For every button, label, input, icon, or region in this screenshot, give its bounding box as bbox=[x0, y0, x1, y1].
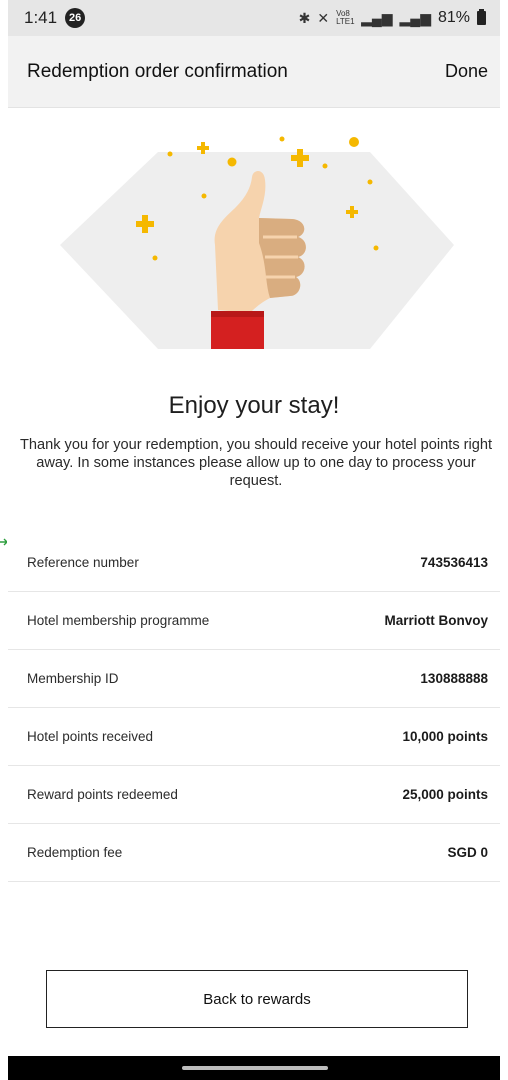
detail-label: Hotel points received bbox=[27, 729, 154, 744]
detail-value: 10,000 points bbox=[402, 729, 488, 744]
status-right: ✱ ✕ Vo8 LTE1 ▂▄▆ ▂▄▆ 81% bbox=[299, 9, 486, 27]
page-title: Redemption order confirmation bbox=[27, 60, 288, 82]
bluetooth-icon: ✱ bbox=[298, 9, 311, 26]
thumbs-up-illustration bbox=[60, 136, 454, 349]
detail-value: 130888888 bbox=[420, 671, 488, 686]
detail-row-membership-id: Membership ID 130888888 bbox=[8, 650, 500, 708]
detail-value: Marriott Bonvoy bbox=[384, 613, 488, 628]
status-time: 1:41 bbox=[24, 8, 58, 27]
signal-icon: ▂▄▆ bbox=[361, 9, 393, 26]
status-left: 1:41 26 bbox=[24, 8, 86, 28]
redemption-details: Reference number 743536413 Hotel members… bbox=[8, 534, 500, 882]
detail-label: Reward points redeemed bbox=[27, 787, 178, 802]
back-to-rewards-button[interactable]: Back to rewards bbox=[46, 970, 468, 1028]
network-label: Vo8 LTE1 bbox=[336, 9, 355, 26]
detail-row-reference-number: Reference number 743536413 bbox=[8, 534, 500, 592]
system-navigation-bar bbox=[8, 1056, 500, 1080]
confirmation-message: Thank you for your redemption, you shoul… bbox=[19, 437, 493, 489]
detail-label: Redemption fee bbox=[27, 845, 123, 860]
detail-label: Membership ID bbox=[27, 671, 119, 686]
confirmation-heading: Enjoy your stay! bbox=[168, 392, 340, 419]
notification-count-badge: 26 bbox=[65, 8, 86, 28]
battery-icon bbox=[477, 9, 486, 25]
detail-row-hotel-membership-programme: Hotel membership programme Marriott Bonv… bbox=[8, 592, 500, 650]
mute-icon: ✕ bbox=[317, 9, 330, 26]
app-bar: Redemption order confirmation Done bbox=[8, 36, 500, 108]
home-gesture-handle[interactable] bbox=[182, 1066, 328, 1070]
detail-value: SGD 0 bbox=[447, 845, 488, 860]
battery-percent: 81% bbox=[437, 9, 470, 26]
detail-row-hotel-points-received: Hotel points received 10,000 points bbox=[8, 708, 500, 766]
detail-value: 743536413 bbox=[420, 555, 488, 570]
signal-icon-secondary: ▂▄▆ bbox=[399, 9, 431, 26]
status-bar: 1:41 26 ✱ ✕ Vo8 LTE1 ▂▄▆ ▂▄▆ 81% bbox=[8, 0, 500, 36]
detail-label: Hotel membership programme bbox=[27, 613, 210, 628]
detail-row-reward-points-redeemed: Reward points redeemed 25,000 points bbox=[8, 766, 500, 824]
done-button[interactable]: Done bbox=[445, 61, 488, 82]
detail-label: Reference number bbox=[27, 555, 139, 570]
edge-arrow-icon bbox=[0, 538, 7, 546]
detail-row-redemption-fee: Redemption fee SGD 0 bbox=[8, 824, 500, 882]
detail-value: 25,000 points bbox=[402, 787, 488, 802]
